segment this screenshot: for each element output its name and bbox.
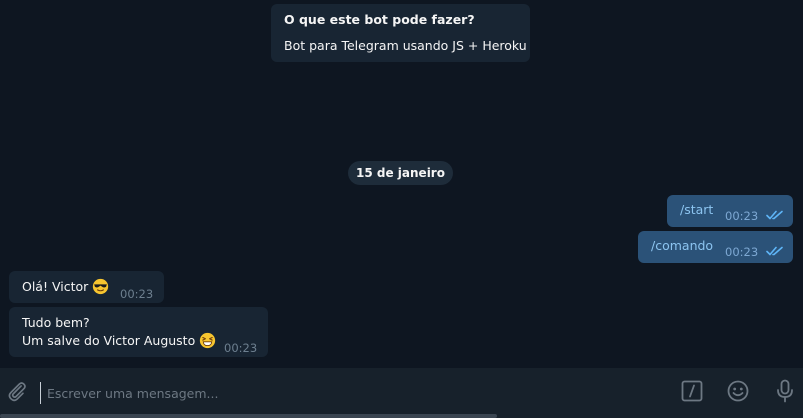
- voice-record-button[interactable]: [771, 377, 799, 405]
- bot-commands-button[interactable]: [678, 377, 706, 405]
- double-check-icon: [766, 246, 783, 256]
- emoji-smile-icon: [727, 380, 749, 402]
- message-time: 00:23: [120, 287, 154, 301]
- message-time: 00:23: [224, 341, 258, 355]
- message-text-content: Olá! Victor: [22, 279, 89, 294]
- message-time: 00:23: [725, 245, 759, 259]
- message-text: Olá! Victor: [22, 278, 109, 296]
- message-text-content: Um salve do Victor Augusto: [22, 333, 196, 348]
- sunglasses-emoji-icon: [93, 278, 109, 295]
- bot-command-icon: [681, 380, 703, 402]
- message-text: /start: [680, 202, 714, 217]
- outgoing-message[interactable]: /comando 00:23: [638, 231, 793, 263]
- message-time: 00:23: [725, 209, 759, 223]
- chat-history[interactable]: O que este bot pode fazer? Bot para Tele…: [0, 0, 803, 368]
- outgoing-message[interactable]: /start 00:23: [667, 195, 793, 227]
- attach-button[interactable]: [3, 377, 31, 405]
- double-check-icon: [766, 210, 783, 220]
- message-input[interactable]: [40, 382, 667, 404]
- emoji-button[interactable]: [724, 377, 752, 405]
- paperclip-icon: [8, 382, 26, 402]
- bot-info-title: O que este bot pode fazer?: [284, 12, 475, 27]
- bot-info-card: O que este bot pode fazer? Bot para Tele…: [271, 4, 530, 62]
- message-line: Um salve do Victor Augusto: [22, 332, 216, 350]
- message-line: Tudo bem?: [22, 315, 90, 330]
- horizontal-scrollbar[interactable]: [0, 414, 497, 418]
- incoming-message[interactable]: Tudo bem? Um salve do Victor Augusto 00:…: [9, 307, 268, 357]
- bot-info-description: Bot para Telegram usando JS + Heroku: [284, 38, 527, 53]
- grinning-squinting-emoji-icon: [200, 332, 216, 349]
- microphone-icon: [777, 379, 793, 403]
- message-text: /comando: [651, 238, 714, 253]
- date-separator: 15 de janeiro: [348, 161, 453, 185]
- incoming-message[interactable]: Olá! Victor 00:23: [9, 271, 164, 303]
- message-composer: [0, 368, 803, 418]
